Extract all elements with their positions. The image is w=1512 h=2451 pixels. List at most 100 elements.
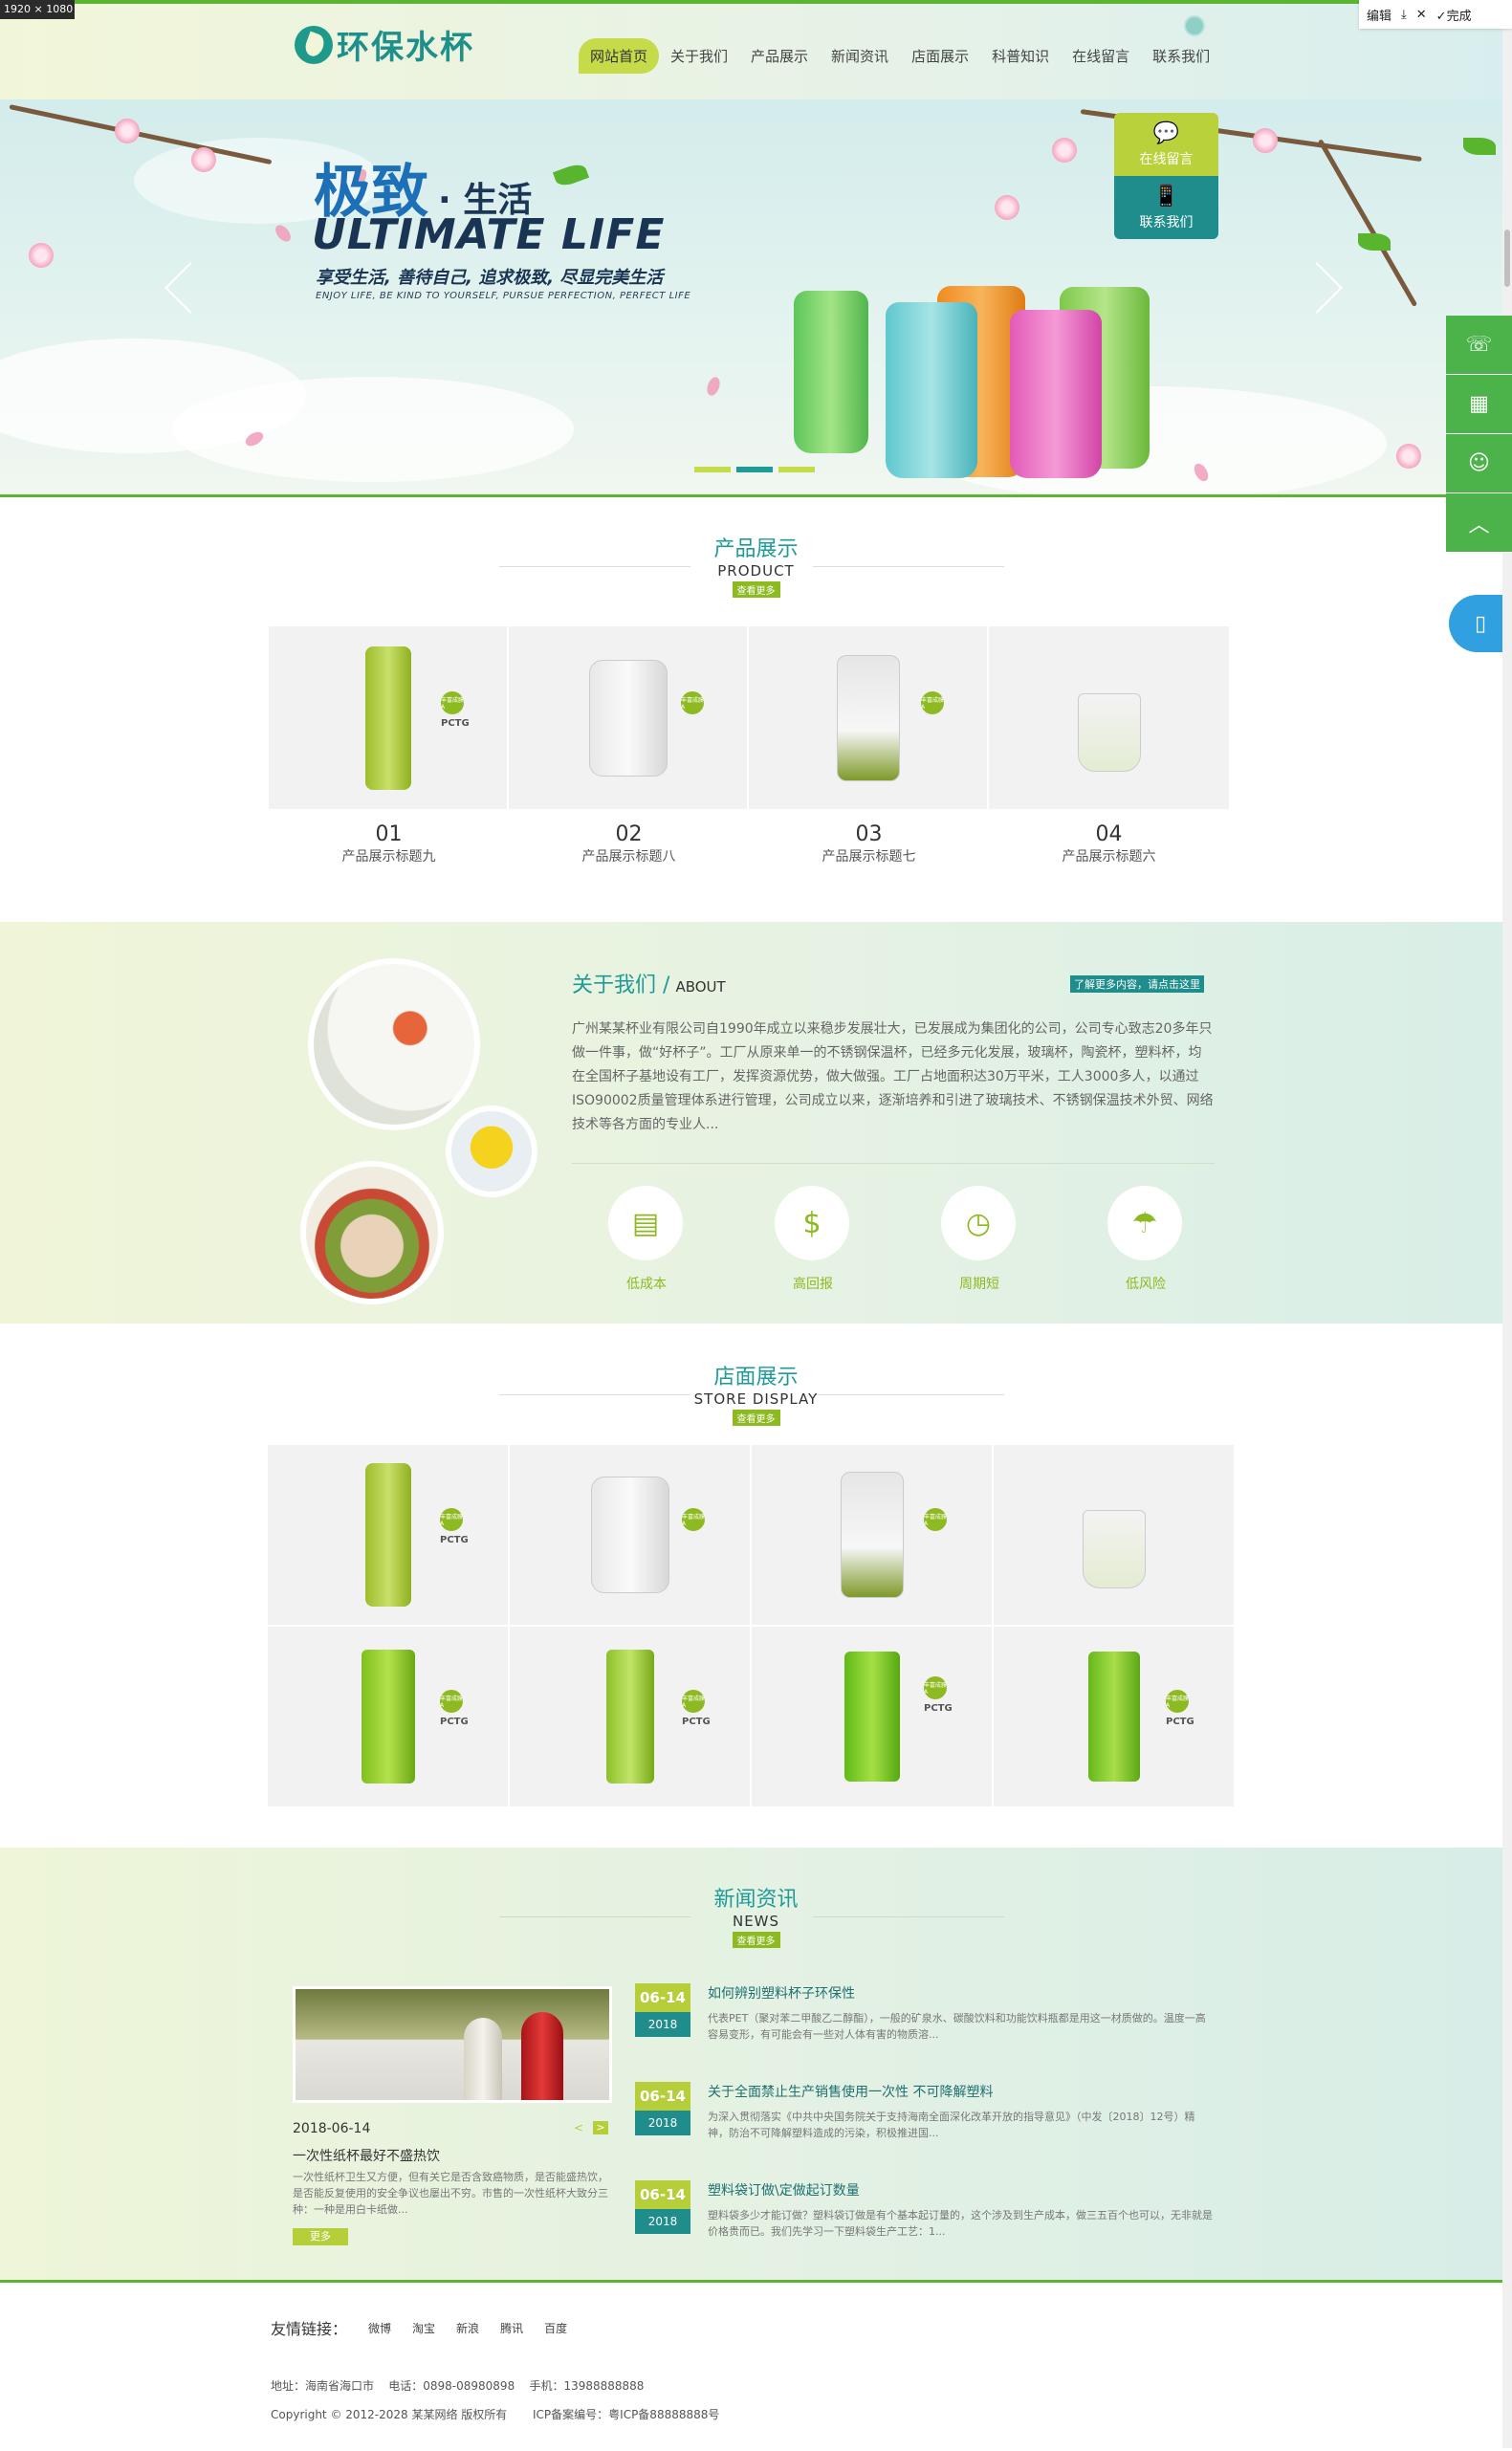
product-label[interactable]: 产品展示标题七 bbox=[749, 846, 989, 865]
news-title[interactable]: 塑料袋订做\定做起订数量 bbox=[708, 2180, 1215, 2199]
featured-news-date: 2018-06-14 bbox=[293, 2121, 371, 2136]
contact-us-button[interactable]: 📱 联系我们 bbox=[1114, 176, 1218, 239]
feature-item[interactable]: ◷ 周期短 bbox=[941, 1186, 1018, 1293]
slide-dot[interactable] bbox=[694, 467, 731, 472]
about-more-link[interactable]: 了解更多内容，请点击这里 bbox=[1070, 975, 1204, 993]
back-to-top-icon[interactable]: ︿ bbox=[1446, 493, 1512, 553]
product-card[interactable]: 04 产品展示标题六 bbox=[989, 626, 1229, 865]
product-card[interactable]: 丰富成膜A 03 产品展示标题七 bbox=[749, 626, 989, 865]
about-title: 关于我们 / ABOUT bbox=[572, 968, 726, 998]
product-card[interactable]: 丰富成膜A PCTG 01 产品展示标题九 bbox=[269, 626, 509, 865]
nav-item-message[interactable]: 在线留言 bbox=[1061, 38, 1141, 74]
footer-copyright: Copyright © 2012-2028 某某网络 版权所有 ICP备案编号：… bbox=[271, 2408, 720, 2421]
news-item[interactable]: 06-14 2018 关于全面禁止生产销售使用一次性 不可降解塑料 为深入贯彻落实《… bbox=[635, 2082, 1215, 2180]
slide-prev-arrow-icon[interactable] bbox=[164, 262, 216, 314]
slide-dot[interactable] bbox=[778, 467, 815, 472]
product-badge: 丰富成膜A bbox=[921, 691, 944, 714]
product-more-button[interactable]: 查看更多 bbox=[732, 581, 780, 598]
chat-bubble-icon: 💬 bbox=[1152, 120, 1180, 145]
cloud-shape bbox=[172, 377, 574, 482]
nav-item-contact[interactable]: 联系我们 bbox=[1141, 38, 1221, 74]
store-image[interactable]: 丰富成膜A bbox=[509, 1444, 751, 1626]
store-image[interactable] bbox=[993, 1444, 1235, 1626]
news-item[interactable]: 06-14 2018 如何辨别塑料杯子环保性 代表PET（聚对苯二甲酸乙二醇酯），一… bbox=[635, 1983, 1215, 2082]
product-image[interactable]: 丰富成膜A bbox=[509, 626, 749, 809]
bottle-shape bbox=[605, 1650, 654, 1784]
bottle-shape bbox=[590, 1477, 669, 1593]
news-date: 06-14 2018 bbox=[635, 2082, 690, 2180]
download-icon[interactable]: ⤓ bbox=[1401, 8, 1407, 22]
product-card[interactable]: 丰富成膜A 02 产品展示标题八 bbox=[509, 626, 749, 865]
product-image[interactable]: 丰富成膜A PCTG bbox=[269, 626, 509, 809]
qrcode-icon[interactable]: ▦ bbox=[1446, 375, 1512, 434]
featured-news-title[interactable]: 一次性纸杯最好不盛热饮 bbox=[293, 2146, 440, 2165]
nav-item-science[interactable]: 科普知识 bbox=[980, 38, 1061, 74]
nav-item-stores[interactable]: 店面展示 bbox=[900, 38, 980, 74]
store-image[interactable]: 丰富成膜A PCTG bbox=[751, 1626, 993, 1807]
feature-item[interactable]: ☂ 低风险 bbox=[1107, 1186, 1184, 1293]
friend-link[interactable]: 微博 bbox=[368, 2320, 391, 2336]
done-label: 完成 bbox=[1446, 9, 1472, 24]
slide-dot-active[interactable] bbox=[736, 467, 773, 472]
leaf-shape bbox=[552, 161, 590, 189]
blossom-shape bbox=[1396, 444, 1421, 469]
product-label[interactable]: 产品展示标题六 bbox=[989, 846, 1229, 865]
glass-shape bbox=[1077, 692, 1141, 772]
slide-indicators bbox=[694, 467, 815, 472]
nav-item-home[interactable]: 网站首页 bbox=[579, 38, 660, 74]
news-day: 06-14 bbox=[635, 2180, 690, 2209]
blossom-shape bbox=[191, 147, 216, 172]
phone-icon[interactable]: ☏ bbox=[1446, 316, 1512, 375]
done-button[interactable]: ✓完成 bbox=[1436, 6, 1472, 24]
close-icon[interactable]: ✕ bbox=[1416, 8, 1427, 22]
bottle-shape bbox=[844, 1652, 900, 1782]
scrollbar-thumb[interactable] bbox=[1504, 230, 1510, 287]
feature-item[interactable]: ▤ 低成本 bbox=[608, 1186, 685, 1293]
store-more-button[interactable]: 查看更多 bbox=[732, 1410, 780, 1426]
online-message-button[interactable]: 💬 在线留言 bbox=[1114, 113, 1218, 176]
friend-link[interactable]: 百度 bbox=[544, 2320, 567, 2336]
friend-link[interactable]: 淘宝 bbox=[412, 2320, 435, 2336]
clock-icon: ◷ bbox=[941, 1186, 1016, 1260]
feature-label: 高回报 bbox=[793, 1277, 833, 1292]
about-title-en: ABOUT bbox=[675, 978, 726, 996]
product-label[interactable]: 产品展示标题九 bbox=[269, 846, 509, 865]
news-title[interactable]: 如何辨别塑料杯子环保性 bbox=[708, 1983, 1215, 2002]
news-title[interactable]: 关于全面禁止生产销售使用一次性 不可降解塑料 bbox=[708, 2082, 1215, 2101]
slide-next-arrow-icon[interactable] bbox=[1291, 262, 1343, 314]
product-section-title: 产品展示 PRODUCT 查看更多 bbox=[0, 532, 1512, 598]
featured-more-button[interactable]: 更多 bbox=[293, 2228, 348, 2245]
nav-item-about[interactable]: 关于我们 bbox=[659, 38, 739, 74]
featured-next-button[interactable]: > bbox=[593, 2121, 608, 2134]
site-logo[interactable]: 环保水杯 bbox=[295, 21, 474, 68]
feature-item[interactable]: $ 高回报 bbox=[775, 1186, 851, 1293]
store-image[interactable]: 丰富成膜A PCTG bbox=[267, 1626, 509, 1807]
friend-link[interactable]: 腾讯 bbox=[500, 2320, 523, 2336]
calculator-icon: ▤ bbox=[608, 1186, 683, 1260]
product-label[interactable]: 产品展示标题八 bbox=[509, 846, 749, 865]
nav-item-products[interactable]: 产品展示 bbox=[739, 38, 820, 74]
friend-links-heading: 友情链接： bbox=[271, 2320, 348, 2338]
store-image[interactable]: 丰富成膜A PCTG bbox=[267, 1444, 509, 1626]
store-image[interactable]: 丰富成膜A PCTG bbox=[993, 1626, 1235, 1807]
bottle-shape bbox=[364, 646, 411, 790]
news-item[interactable]: 06-14 2018 塑料袋订做\定做起订数量 塑料袋多少才能订做？塑料袋订做是有个… bbox=[635, 2180, 1215, 2279]
store-image[interactable]: 丰富成膜A bbox=[751, 1444, 993, 1626]
nav-item-news[interactable]: 新闻资讯 bbox=[820, 38, 900, 74]
product-number: 03 bbox=[855, 822, 883, 846]
qq-icon[interactable]: ☺ bbox=[1446, 434, 1512, 493]
blossom-shape bbox=[995, 195, 1019, 220]
friend-link[interactable]: 新浪 bbox=[456, 2320, 479, 2336]
edit-button[interactable]: 编辑 bbox=[1367, 6, 1391, 24]
store-image[interactable]: 丰富成膜A PCTG bbox=[509, 1626, 751, 1807]
pctg-label: PCTG bbox=[682, 1717, 711, 1727]
pctg-label: PCTG bbox=[440, 1535, 469, 1545]
product-image[interactable]: 丰富成膜A bbox=[749, 626, 989, 809]
white-bottle-shape bbox=[464, 2018, 502, 2100]
search-icon[interactable] bbox=[1184, 15, 1205, 36]
product-image[interactable] bbox=[989, 626, 1229, 809]
featured-news-image[interactable] bbox=[293, 1986, 612, 2103]
news-more-button[interactable]: 查看更多 bbox=[732, 1932, 780, 1948]
news-list: 06-14 2018 如何辨别塑料杯子环保性 代表PET（聚对苯二甲酸乙二醇酯），一… bbox=[635, 1983, 1215, 2279]
featured-prev-button[interactable]: < bbox=[574, 2121, 583, 2134]
